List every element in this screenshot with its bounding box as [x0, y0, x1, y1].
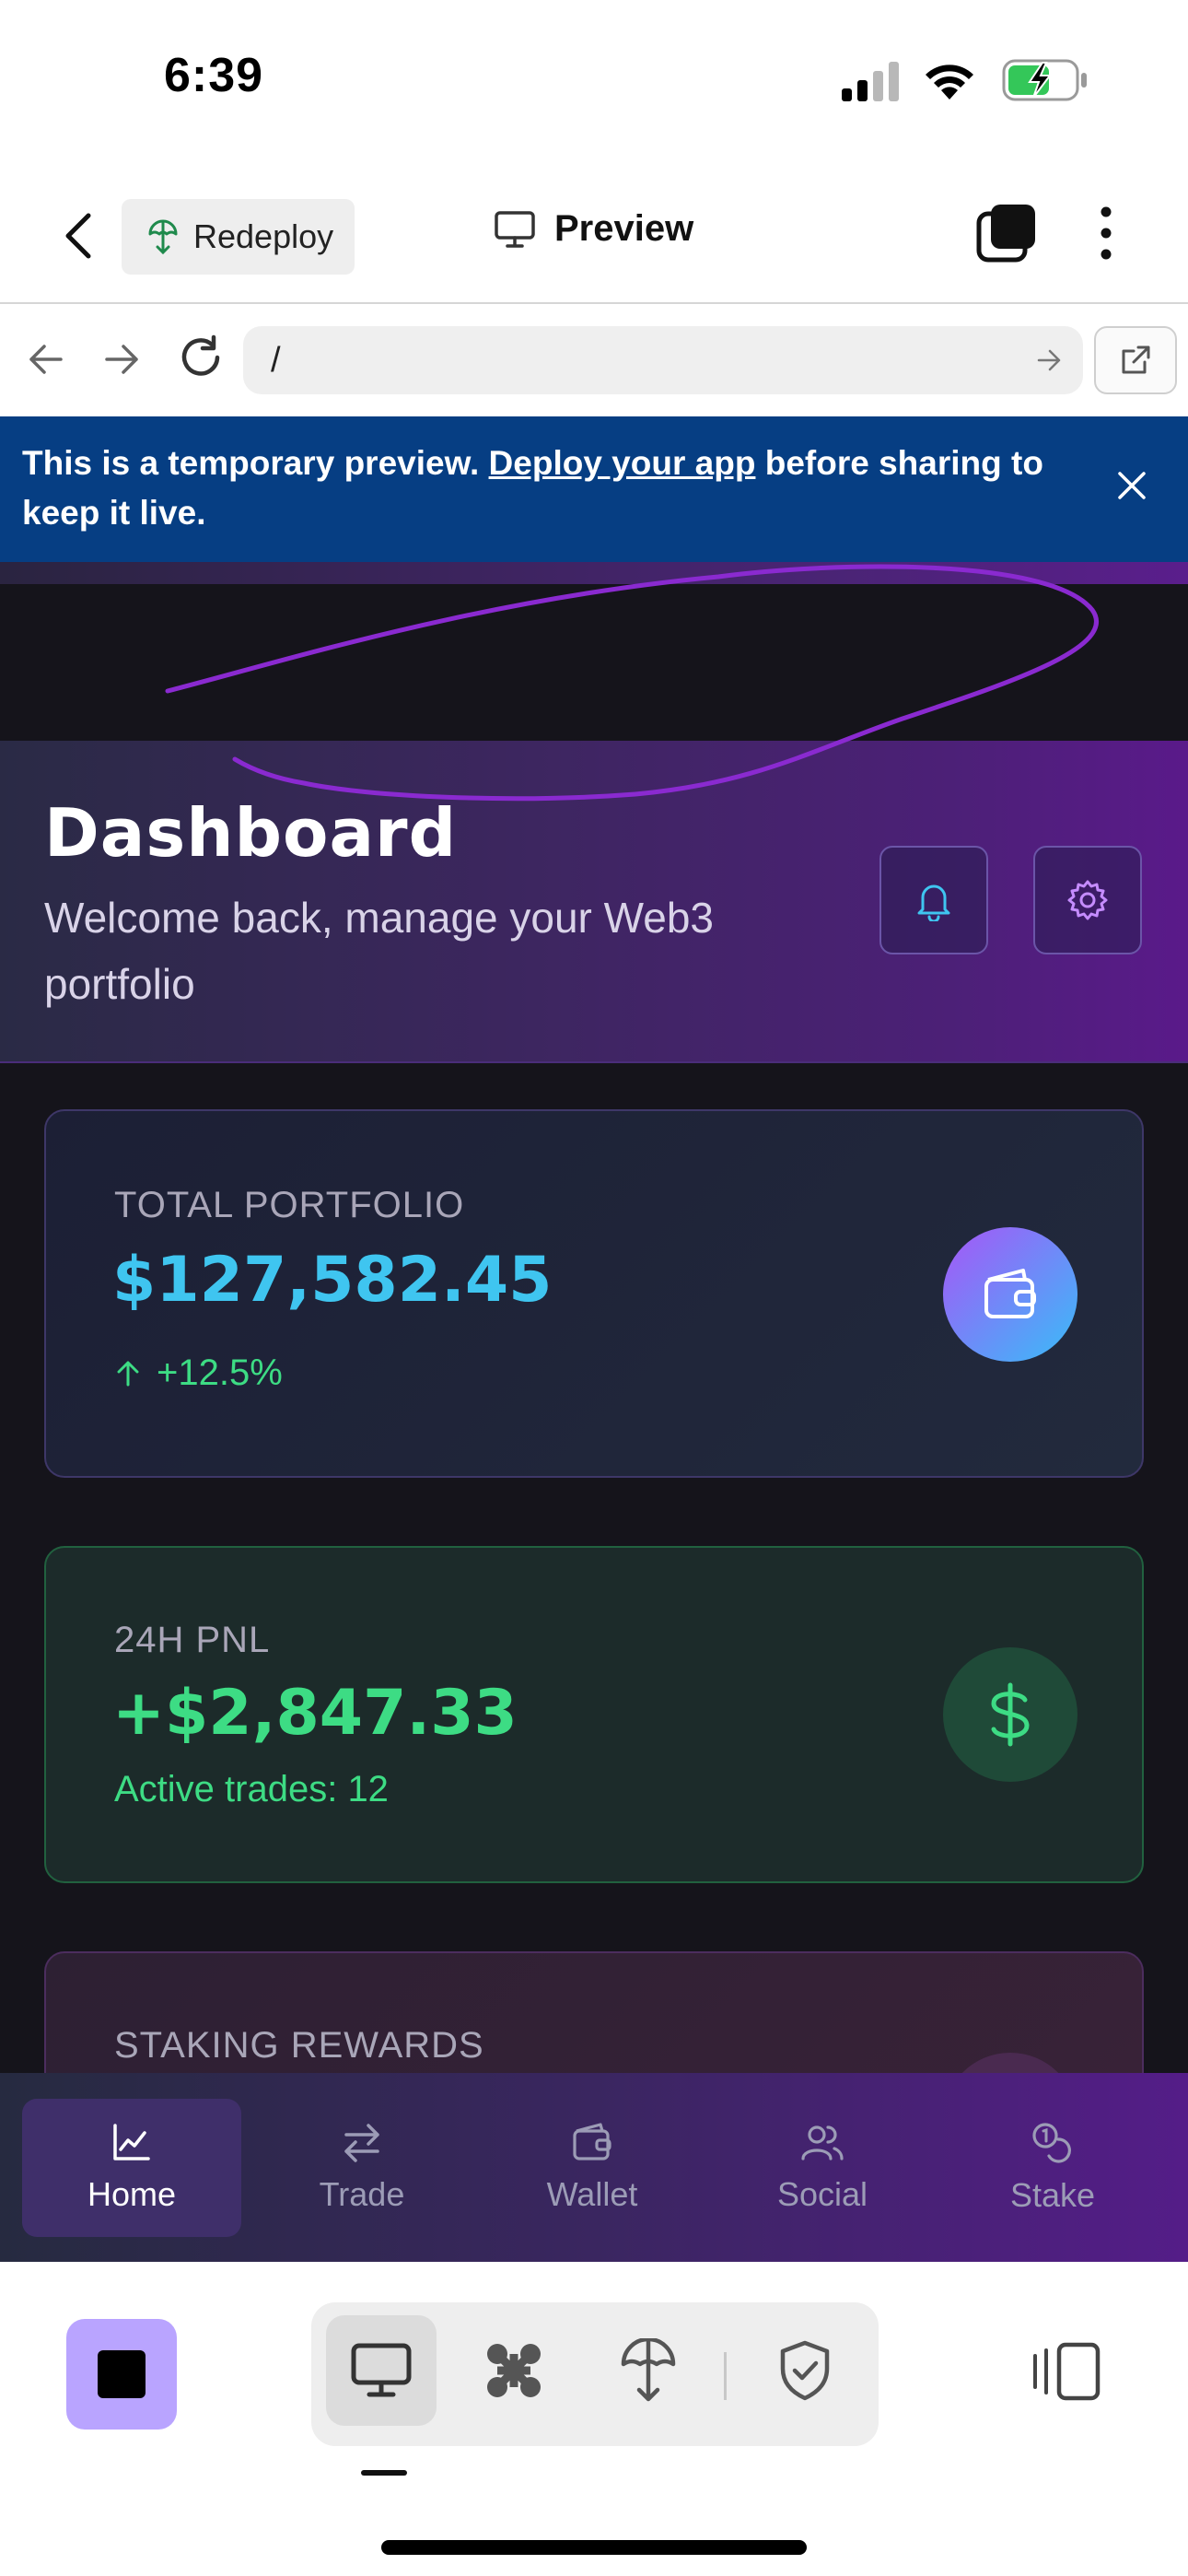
banner-text-before: This is a temporary preview. — [22, 444, 489, 482]
nav-home[interactable]: Home — [22, 2099, 241, 2237]
url-text: / — [271, 341, 281, 380]
preview-label: Preview — [554, 208, 694, 249]
arrow-up-icon — [117, 1361, 139, 1386]
total-portfolio-card[interactable]: TOTAL PORTFOLIO $127,582.45 +12.5% — [44, 1109, 1144, 1478]
dollar-badge — [943, 1647, 1077, 1782]
cellular-signal-icon — [842, 62, 899, 101]
swap-arrows-icon — [344, 2124, 379, 2162]
battery-charging-icon — [1002, 59, 1087, 101]
pnl-label: 24H PNL — [114, 1620, 271, 1660]
preview-title[interactable]: Preview — [494, 208, 693, 250]
portfolio-change: +12.5% — [114, 1352, 283, 1394]
portfolio-value: $127,582.45 — [112, 1244, 553, 1317]
settings-button[interactable] — [1033, 846, 1142, 954]
split-layout-icon[interactable] — [1030, 2341, 1103, 2402]
agent-mode-button[interactable] — [459, 2315, 569, 2426]
editor-toolbar — [0, 2262, 1188, 2576]
monitor-icon — [495, 210, 535, 248]
open-external-button[interactable] — [1094, 326, 1177, 394]
bottom-navigation: Home Trade Wallet Social Stake — [0, 2073, 1188, 2262]
bell-icon — [917, 884, 950, 921]
redeploy-button[interactable]: Redeploy — [122, 199, 355, 275]
deploy-app-link[interactable]: Deploy your app — [489, 444, 756, 482]
view-mode-group — [311, 2302, 879, 2446]
stop-button[interactable] — [66, 2319, 177, 2430]
browser-forward-icon[interactable] — [101, 339, 142, 380]
wallet-icon — [984, 1269, 1036, 1318]
deploy-mode-button[interactable] — [593, 2315, 704, 2426]
notifications-button[interactable] — [879, 846, 988, 954]
users-icon — [801, 2125, 844, 2160]
security-button[interactable] — [750, 2315, 860, 2426]
coins-icon — [1032, 2123, 1071, 2163]
wallet-icon — [573, 2123, 611, 2160]
reload-icon[interactable] — [177, 334, 225, 381]
active-trades-text: Active trades: 12 — [114, 1769, 389, 1809]
nav-home-label: Home — [87, 2175, 177, 2213]
annotation-scribble — [165, 564, 1099, 802]
status-time: 6:39 — [164, 49, 264, 102]
wifi-icon — [926, 64, 973, 100]
chart-line-icon — [113, 2124, 150, 2160]
active-mode-indicator — [361, 2470, 407, 2476]
external-link-icon — [1122, 345, 1150, 374]
temporary-preview-banner: This is a temporary preview. Deploy your… — [0, 416, 1188, 562]
pnl-card[interactable]: 24H PNL +$2,847.33 Active trades: 12 — [44, 1546, 1144, 1883]
preview-mode-button[interactable] — [326, 2315, 437, 2426]
gear-icon — [1067, 880, 1108, 920]
nav-stake[interactable]: Stake — [943, 2099, 1162, 2237]
portfolio-label: TOTAL PORTFOLIO — [114, 1185, 465, 1225]
app-header: Redeploy Preview — [0, 175, 1188, 304]
browser-url-bar: / — [0, 306, 1188, 415]
pnl-value: +$2,847.33 — [112, 1677, 518, 1750]
deploy-umbrella-icon — [621, 2338, 676, 2402]
browser-back-icon[interactable] — [26, 339, 66, 380]
deploy-globe-icon — [148, 219, 178, 254]
nav-wallet-label: Wallet — [546, 2175, 638, 2213]
dollar-icon — [991, 1682, 1030, 1747]
page-subtitle: Welcome back, manage your Web3 portfolio — [44, 894, 714, 1008]
tabs-icon[interactable] — [976, 203, 1037, 263]
nav-social-label: Social — [776, 2175, 868, 2213]
go-arrow-icon[interactable] — [1035, 346, 1063, 374]
shield-check-icon — [780, 2340, 830, 2401]
toolbar-divider — [724, 2352, 727, 2400]
close-icon[interactable] — [1114, 468, 1149, 503]
nav-stake-label: Stake — [1009, 2176, 1096, 2214]
status-bar: 6:39 — [0, 0, 1188, 161]
home-indicator — [381, 2540, 807, 2555]
app-viewport: Dashboard Welcome back, manage your Web3… — [0, 562, 1188, 2262]
redeploy-label: Redeploy — [193, 217, 334, 255]
more-vertical-icon[interactable] — [1092, 203, 1120, 263]
back-chevron-icon[interactable] — [55, 208, 101, 263]
url-input[interactable]: / — [243, 326, 1083, 394]
nav-wallet[interactable]: Wallet — [483, 2099, 702, 2237]
wallet-badge — [943, 1227, 1077, 1362]
monitor-icon — [351, 2343, 412, 2397]
agent-icon — [487, 2344, 541, 2397]
portfolio-change-text: +12.5% — [157, 1352, 283, 1393]
nav-trade-label: Trade — [319, 2175, 405, 2213]
nav-trade[interactable]: Trade — [252, 2099, 472, 2237]
nav-social[interactable]: Social — [713, 2099, 932, 2237]
banner-text: This is a temporary preview. Deploy your… — [22, 439, 1063, 538]
staking-label: STAKING REWARDS — [114, 2025, 484, 2066]
stop-icon — [98, 2350, 146, 2398]
